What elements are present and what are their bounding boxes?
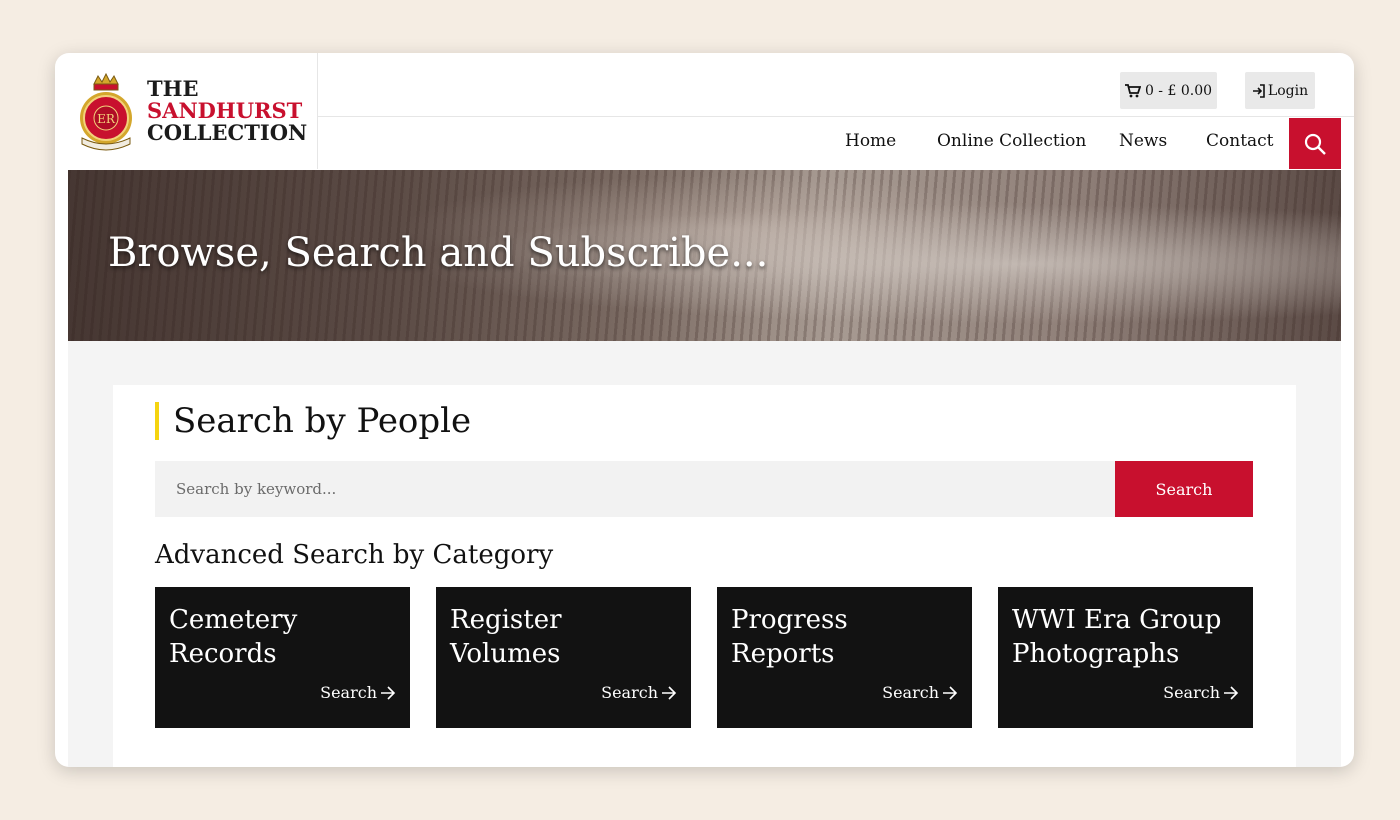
crest-logo-icon: ER [80, 72, 132, 151]
card-search-link[interactable]: Search [601, 683, 677, 702]
card-search-link[interactable]: Search [1163, 683, 1239, 702]
search-submit-button[interactable]: Search [1115, 461, 1253, 517]
cart-total: 0 - £ 0.00 [1144, 82, 1213, 99]
card-link-label: Search [320, 683, 377, 702]
arrow-right-icon [943, 685, 958, 700]
login-button[interactable]: Login [1245, 72, 1315, 109]
section-title: Search by People [155, 402, 471, 440]
card-title: Register Volumes [450, 605, 562, 669]
card-title: Cemetery Records [169, 605, 298, 669]
category-card-cemetery-records[interactable]: Cemetery Records Search [155, 587, 410, 728]
top-bar: 0 - £ 0.00 Login [318, 53, 1354, 117]
category-card-wwi-era-group-photographs[interactable]: WWI Era Group Photographs Search [998, 587, 1253, 728]
card-title: WWI Era Group Photographs [1012, 605, 1222, 669]
login-icon [1252, 83, 1265, 98]
nav-item-contact[interactable]: Contact [1206, 131, 1274, 151]
card-search-link[interactable]: Search [882, 683, 958, 702]
main-nav: Home Online Collection News Contact [318, 117, 1354, 169]
logo-line-1: THE [147, 76, 199, 101]
nav-item-online-collection[interactable]: Online Collection [937, 131, 1086, 151]
card-link-label: Search [1163, 683, 1220, 702]
arrow-right-icon [381, 685, 396, 700]
arrow-right-icon [1224, 685, 1239, 700]
cart-icon [1124, 83, 1141, 97]
category-card-register-volumes[interactable]: Register Volumes Search [436, 587, 691, 728]
hero-title: Browse, Search and Subscribe... [108, 230, 769, 276]
search-panel: Search by People Search Advanced Search … [113, 385, 1296, 767]
nav-item-news[interactable]: News [1119, 131, 1167, 151]
logo-line-3: COLLECTION [147, 120, 308, 145]
card-title: Progress Reports [731, 605, 848, 669]
keyword-search-input[interactable] [155, 461, 1115, 517]
search-row: Search [155, 461, 1253, 517]
card-search-link[interactable]: Search [320, 683, 396, 702]
logo-line-2: SANDHURST [147, 98, 303, 123]
header-search-button[interactable] [1289, 118, 1341, 169]
search-icon [1304, 133, 1326, 155]
hero-banner: Browse, Search and Subscribe... [68, 170, 1341, 341]
nav-item-home[interactable]: Home [845, 131, 896, 151]
svg-text:ER: ER [97, 112, 116, 126]
cart-button[interactable]: 0 - £ 0.00 [1120, 72, 1217, 109]
card-link-label: Search [601, 683, 658, 702]
advanced-search-title: Advanced Search by Category [155, 540, 554, 570]
card-link-label: Search [882, 683, 939, 702]
site-logo[interactable]: ER THE SANDHURST COLLECTION [55, 53, 318, 169]
browser-frame: ER THE SANDHURST COLLECTION 0 - £ 0.00 L… [55, 53, 1354, 767]
login-label: Login [1267, 82, 1309, 99]
arrow-right-icon [662, 685, 677, 700]
category-card-progress-reports[interactable]: Progress Reports Search [717, 587, 972, 728]
